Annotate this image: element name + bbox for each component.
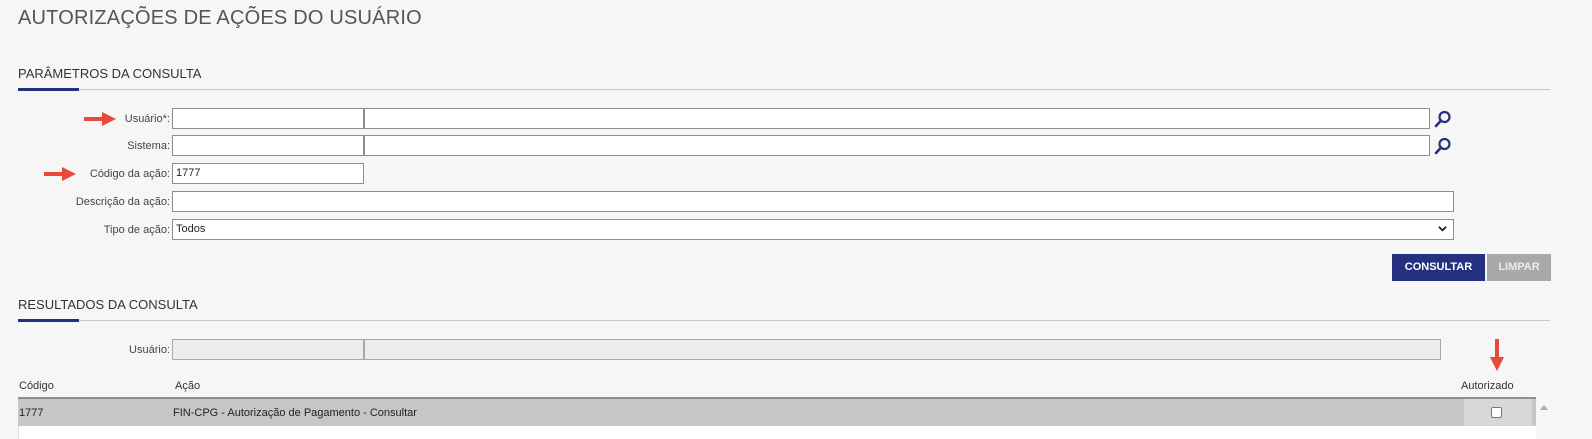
results-section-divider [18, 319, 1550, 322]
params-section-title: PARÂMETROS DA CONSULTA [18, 66, 202, 81]
descricao-acao-input[interactable] [172, 191, 1454, 212]
scroll-up-icon[interactable] [1540, 405, 1548, 410]
row-codigo-cell: 1777 [19, 407, 44, 419]
limpar-button[interactable]: LIMPAR [1487, 254, 1551, 281]
tipo-acao-select[interactable]: Todos [172, 219, 1454, 240]
annotation-arrow-autorizado [1490, 339, 1504, 371]
page-title: AUTORIZAÇÕES DE AÇÕES DO USUÁRIO [18, 7, 422, 29]
usuario-code-input[interactable] [172, 108, 364, 129]
column-header-autorizado[interactable]: Autorizado [1461, 380, 1514, 392]
codigo-acao-label: Código da ação: [89, 168, 170, 180]
row-acao-cell: FIN-CPG - Autorização de Pagamento - Con… [173, 407, 417, 419]
usuario-search-icon[interactable] [1434, 110, 1452, 128]
table-body-empty-area [18, 426, 1536, 439]
sistema-name-input[interactable] [364, 135, 1430, 156]
sistema-label: Sistema: [127, 140, 170, 152]
column-header-codigo[interactable]: Código [19, 380, 54, 392]
results-section-title: RESULTADOS DA CONSULTA [18, 297, 198, 312]
chevron-down-icon [1438, 226, 1447, 232]
usuario-label: Usuário*: [124, 113, 170, 125]
results-usuario-name-input [364, 339, 1441, 360]
descricao-acao-label: Descrição da ação: [75, 196, 170, 208]
tipo-acao-label: Tipo de ação: [103, 224, 170, 236]
usuario-name-input[interactable] [364, 108, 1430, 129]
codigo-acao-input[interactable]: 1777 [172, 163, 364, 184]
autorizado-checkbox[interactable] [1491, 407, 1502, 418]
results-usuario-label: Usuário: [129, 344, 170, 356]
sistema-code-input[interactable] [172, 135, 364, 156]
sistema-search-icon[interactable] [1434, 137, 1452, 155]
column-header-acao[interactable]: Ação [175, 380, 200, 392]
table-row[interactable]: 1777 FIN-CPG - Autorização de Pagamento … [18, 399, 1536, 426]
params-section-divider [18, 88, 1550, 91]
consultar-button[interactable]: CONSULTAR [1392, 254, 1485, 281]
row-autorizado-cell [1464, 399, 1532, 426]
table-scrollbar[interactable] [1536, 399, 1552, 439]
tipo-acao-selected-value: Todos [176, 223, 206, 235]
results-usuario-code-input [172, 339, 364, 360]
